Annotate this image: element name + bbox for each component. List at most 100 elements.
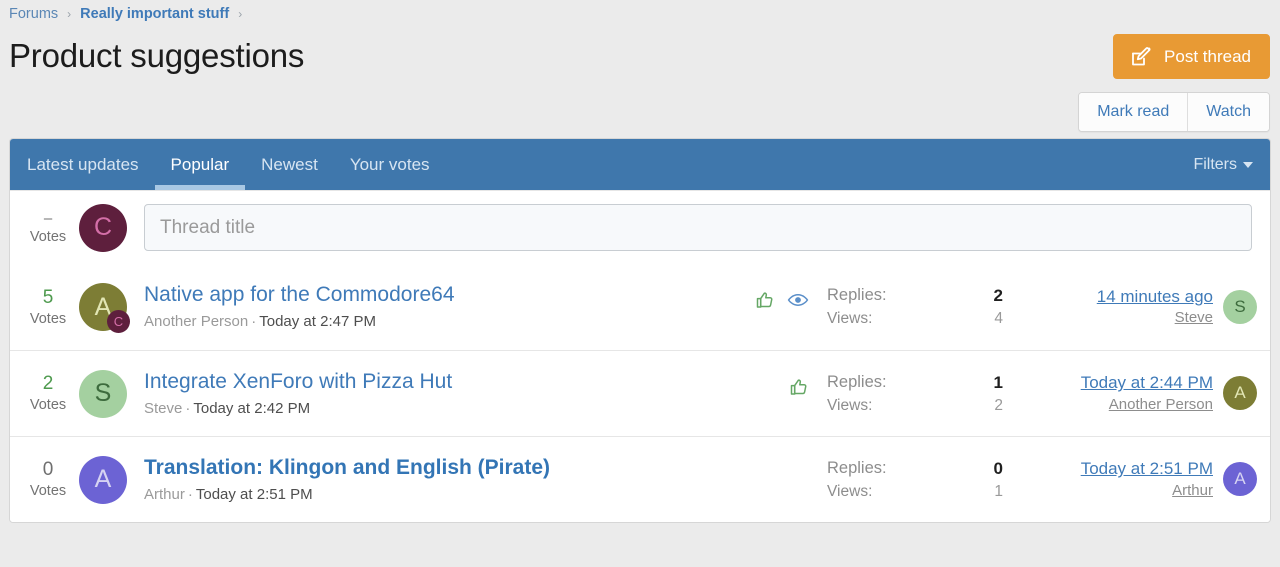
votes-count: 5: [42, 286, 54, 308]
meta-separator: ·: [251, 313, 257, 331]
last-post-avatar[interactable]: A: [1223, 462, 1257, 497]
thread-list-panel: Latest updates Popular Newest Your votes…: [9, 138, 1271, 523]
filters-label: Filters: [1193, 155, 1237, 173]
tab-your-votes[interactable]: Your votes: [334, 139, 446, 190]
filters-dropdown[interactable]: Filters: [1176, 139, 1270, 190]
tab-popular[interactable]: Popular: [154, 139, 246, 190]
eye-icon[interactable]: [787, 290, 809, 310]
votes-label: Votes: [29, 397, 67, 414]
thumbs-up-icon[interactable]: [789, 377, 809, 397]
thread-indicator-icons: [789, 377, 827, 397]
thread-main-column: Translation: Klingon and English (Pirate…: [139, 455, 827, 504]
breadcrumb-item-category[interactable]: Really important stuff: [80, 6, 229, 22]
views-label: Views:: [827, 310, 873, 327]
votes-count: –: [43, 209, 53, 227]
thread-title-link[interactable]: Translation: Klingon and English (Pirate…: [144, 455, 550, 482]
thread-date: Today at 2:42 PM: [193, 399, 311, 417]
tab-label: Your votes: [349, 154, 430, 174]
tab-label: Popular: [170, 154, 230, 174]
avatar-badge[interactable]: C: [107, 310, 130, 333]
votes-cell: 2 Votes: [19, 372, 77, 415]
votes-label: Votes: [29, 228, 67, 245]
thumbs-up-icon[interactable]: [755, 290, 775, 310]
last-post-cell: Today at 2:51 PM Arthur A: [1007, 458, 1257, 500]
thread-meta: Arthur · Today at 2:51 PM: [144, 485, 827, 505]
replies-label: Replies:: [827, 286, 887, 304]
avatar-badge-initial: C: [113, 314, 124, 329]
tab-latest-updates[interactable]: Latest updates: [10, 139, 155, 190]
avatar-wrapper: C: [77, 203, 129, 252]
last-post-date[interactable]: 14 minutes ago: [1097, 286, 1213, 308]
thread-date: Today at 2:51 PM: [195, 485, 313, 503]
votes-cell: – Votes: [19, 209, 77, 247]
thread-title-search-row: – Votes C: [10, 190, 1270, 264]
last-post-user[interactable]: Another Person: [1081, 395, 1213, 415]
post-thread-button[interactable]: Post thread: [1113, 34, 1270, 79]
last-post-cell: Today at 2:44 PM Another Person A: [1007, 372, 1257, 414]
thread-author[interactable]: Arthur: [144, 486, 185, 503]
thread-title-link[interactable]: Native app for the Commodore64: [144, 282, 455, 309]
avatar-wrapper: AC: [77, 283, 130, 333]
last-post-date[interactable]: Today at 2:51 PM: [1081, 458, 1213, 480]
avatar-initial: A: [1234, 469, 1246, 489]
replies-count: 1: [993, 372, 1003, 392]
breadcrumb-separator-icon: ›: [67, 7, 72, 21]
thread-stats: Replies: 0 Views: 1: [827, 459, 1007, 501]
last-post-date[interactable]: Today at 2:44 PM: [1081, 372, 1213, 394]
page-title: Product suggestions: [9, 37, 305, 74]
votes-label: Votes: [29, 483, 67, 500]
thread-title-input[interactable]: [144, 204, 1252, 251]
thread-list-tabbar: Latest updates Popular Newest Your votes…: [10, 139, 1270, 190]
votes-count: 2: [42, 373, 54, 395]
last-post-cell: 14 minutes ago Steve S: [1007, 286, 1257, 328]
avatar[interactable]: S: [79, 369, 127, 418]
breadcrumb: Forums › Really important stuff ›: [0, 0, 1280, 28]
tab-label: Latest updates: [27, 154, 139, 174]
page-header: Product suggestions Post thread: [0, 28, 1280, 86]
views-label: Views:: [827, 396, 873, 414]
avatar[interactable]: A: [79, 455, 127, 504]
chevron-down-icon: [1243, 161, 1253, 168]
table-row[interactable]: 5 Votes A C Native app for the Commodore64 An…: [10, 264, 1270, 350]
votes-label: Votes: [29, 310, 67, 327]
avatar-initial: S: [94, 379, 112, 407]
replies-label: Replies:: [827, 372, 887, 391]
avatar[interactable]: C: [79, 203, 127, 252]
thread-author[interactable]: Another Person: [144, 313, 248, 330]
table-row[interactable]: 0 Votes A Translation: Klingon and English …: [10, 436, 1270, 522]
last-post-user[interactable]: Arthur: [1081, 481, 1213, 501]
tab-newest[interactable]: Newest: [245, 139, 334, 190]
tabbar-spacer: [446, 139, 1177, 190]
thread-actions-group: Mark read Watch: [1078, 92, 1270, 132]
table-row[interactable]: 2 Votes S Integrate XenForo with Pizza Hut S…: [10, 350, 1270, 436]
thread-title-link[interactable]: Integrate XenForo with Pizza Hut: [144, 369, 452, 396]
last-post-text: 14 minutes ago Steve: [1097, 286, 1213, 328]
thread-indicator-icons: [755, 290, 827, 310]
meta-separator: ·: [187, 485, 193, 503]
replies-count: 0: [993, 458, 1003, 478]
views-count: 4: [994, 310, 1003, 327]
replies-label: Replies:: [827, 458, 887, 477]
thread-author[interactable]: Steve: [144, 400, 182, 417]
thread-stats: Replies: 2 Views: 4: [827, 286, 1007, 328]
breadcrumb-item-forums[interactable]: Forums: [9, 6, 58, 22]
watch-button[interactable]: Watch: [1187, 93, 1269, 131]
thread-stats: Replies: 1 Views: 2: [827, 373, 1007, 415]
thread-actions-bar: Mark read Watch: [0, 86, 1280, 138]
last-post-text: Today at 2:44 PM Another Person: [1081, 372, 1213, 414]
last-post-text: Today at 2:51 PM Arthur: [1081, 458, 1213, 500]
last-post-user[interactable]: Steve: [1097, 308, 1213, 328]
thread-rows-container: 5 Votes A C Native app for the Commodore64 An…: [10, 264, 1270, 522]
avatar-initial: A: [94, 465, 112, 493]
views-count: 1: [994, 482, 1003, 500]
breadcrumb-separator-icon-2: ›: [238, 7, 243, 21]
mark-read-button[interactable]: Mark read: [1079, 93, 1188, 131]
avatar-initial: S: [1234, 296, 1246, 316]
last-post-avatar[interactable]: S: [1223, 289, 1257, 324]
meta-separator: ·: [185, 399, 191, 417]
votes-cell: 0 Votes: [19, 458, 77, 501]
replies-count: 2: [993, 286, 1003, 305]
thread-meta: Another Person · Today at 2:47 PM: [144, 312, 755, 332]
last-post-avatar[interactable]: A: [1223, 376, 1257, 411]
avatar-wrapper: S: [77, 369, 129, 418]
